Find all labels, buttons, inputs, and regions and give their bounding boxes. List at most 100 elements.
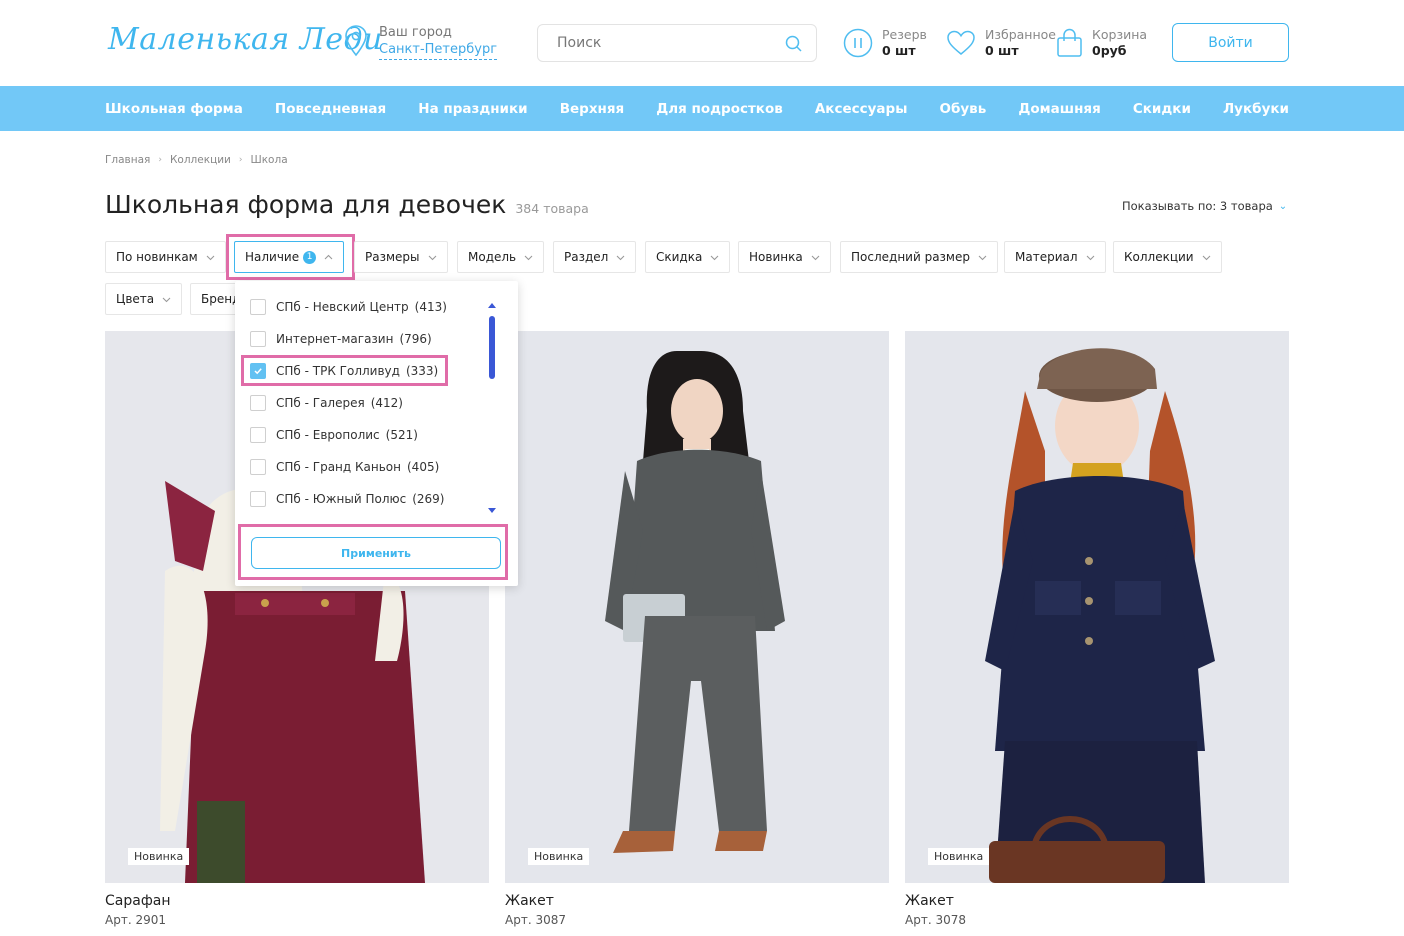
site-header: Маленькая Леди Ваш город Санкт-Петербург… [0,0,1404,86]
site-logo[interactable]: Маленькая Леди [108,22,383,57]
nav-item-school[interactable]: Школьная форма [105,101,243,117]
new-badge: Новинка [928,848,990,865]
nav-item-home[interactable]: Домашняя [1018,101,1100,117]
nav-item-lookbooks[interactable]: Лукбуки [1223,101,1289,117]
filter-label: Цвета [116,292,155,306]
nav-item-holidays[interactable]: На праздники [418,101,527,117]
nav-item-outerwear[interactable]: Верхняя [560,101,624,117]
option-label: СПб - Южный Полюс [276,492,407,506]
product-card[interactable]: Новинка Жакет Арт. 3087 [505,331,889,927]
favorites-link[interactable]: Избранное 0 шт [946,27,1056,59]
chevron-down-icon [978,255,987,260]
option-count: (333) [405,364,439,378]
option-label: СПб - ТРК Голливуд [276,364,400,378]
breadcrumb-home[interactable]: Главная [105,154,150,166]
cart-link[interactable]: Корзина 0руб [1056,27,1147,59]
checkmark-icon [254,368,262,375]
chevron-down-icon: ⌄ [1278,200,1288,212]
nav-item-accessories[interactable]: Аксессуары [815,101,908,117]
chevron-down-icon [710,255,719,260]
product-card[interactable]: Новинка Жакет Арт. 3078 [905,331,1289,927]
option-label: СПб - Невский Центр [276,300,409,314]
shopping-bag-icon [1057,28,1082,57]
filter-label: Последний размер [851,250,970,264]
city-selector[interactable]: Ваш город Санкт-Петербург [344,25,498,60]
breadcrumb-school[interactable]: Школа [250,154,287,166]
store-option[interactable]: СПб - Южный Полюс (269) [250,491,444,507]
availability-filter[interactable]: Наличие 1 [234,241,345,273]
checkbox[interactable] [250,427,266,443]
scrollbar-thumb[interactable] [489,316,495,379]
filter-label: Раздел [564,250,609,264]
colors-filter[interactable]: Цвета [105,283,183,315]
checkbox[interactable] [250,395,266,411]
material-filter[interactable]: Материал [1004,241,1106,273]
product-photo[interactable]: Новинка [505,331,889,883]
model-filter[interactable]: Модель [457,241,545,273]
scroll-up-arrow-icon[interactable] [487,301,497,309]
section-filter[interactable]: Раздел [553,241,637,273]
sizes-filter[interactable]: Размеры [354,241,448,273]
per-page-select[interactable]: Показывать по: 3 товара ⌄ [1122,199,1287,213]
chevron-down-icon [616,255,625,260]
discount-filter[interactable]: Скидка [645,241,731,273]
store-option-selected[interactable]: СПб - ТРК Голливуд (333) [250,363,438,379]
product-name[interactable]: Сарафан [105,893,489,909]
new-badge: Новинка [528,848,590,865]
search-icon[interactable] [785,35,802,52]
per-page-label: Показывать по: 3 товара [1122,199,1273,213]
nav-item-teens[interactable]: Для подростков [656,101,783,117]
city-value[interactable]: Санкт-Петербург [379,41,498,60]
reserve-link[interactable]: Резерв 0 шт [843,27,927,59]
heart-icon [947,30,975,55]
scroll-down-arrow-icon[interactable] [487,507,497,515]
store-option[interactable]: СПб - Галерея (412) [250,395,403,411]
checkbox[interactable] [250,299,266,315]
pause-circle-icon [843,28,873,58]
option-label: СПб - Гранд Каньон [276,460,401,474]
option-count: (412) [370,396,403,410]
chevron-down-icon [1202,255,1210,260]
breadcrumb-collections[interactable]: Коллекции [170,154,231,166]
apply-button[interactable]: Применить [251,537,501,569]
store-option[interactable]: СПб - Европолис (521) [250,427,418,443]
product-article: Арт. 3078 [905,913,966,927]
chevron-down-icon [162,297,171,302]
page-title: Школьная форма для девочек [105,190,507,219]
filter-label: Модель [468,250,517,264]
store-option[interactable]: Интернет-магазин (796) [250,331,432,347]
filter-count-badge: 1 [303,250,317,264]
store-option[interactable]: СПб - Невский Центр (413) [250,299,447,315]
filter-label: Коллекции [1124,250,1194,264]
filter-label: Наличие [245,250,300,264]
checkbox-checked[interactable] [250,363,266,379]
favorites-label: Избранное [985,27,1056,42]
product-article: Арт. 3087 [505,913,566,927]
login-button[interactable]: Войти [1172,23,1289,62]
product-image-jacket-navy [905,331,1289,883]
novelty-filter[interactable]: Новинка [738,241,831,273]
store-option[interactable]: СПб - Гранд Каньон (405) [250,459,439,475]
product-count: 384 товара [515,201,589,216]
checkbox[interactable] [250,459,266,475]
sort-filter[interactable]: По новинкам [105,241,226,273]
option-label: Интернет-магазин [276,332,394,346]
last-size-filter[interactable]: Последний размер [840,241,998,273]
product-photo[interactable]: Новинка [905,331,1289,883]
reserve-label: Резерв [882,27,927,42]
favorites-value: 0 шт [985,43,1019,58]
checkbox[interactable] [250,491,266,507]
product-name[interactable]: Жакет [505,893,889,909]
checkbox[interactable] [250,331,266,347]
option-count: (269) [412,492,445,506]
search-input[interactable] [557,35,785,51]
chevron-up-icon [324,254,333,259]
chevron-right-icon: › [238,155,243,165]
nav-item-shoes[interactable]: Обувь [939,101,986,117]
nav-item-casual[interactable]: Повседневная [275,101,386,117]
chevron-down-icon [1086,255,1094,260]
collections-filter[interactable]: Коллекции [1113,241,1222,273]
location-pin-icon [345,25,367,57]
nav-item-sale[interactable]: Скидки [1133,101,1191,117]
product-name[interactable]: Жакет [905,893,1289,909]
